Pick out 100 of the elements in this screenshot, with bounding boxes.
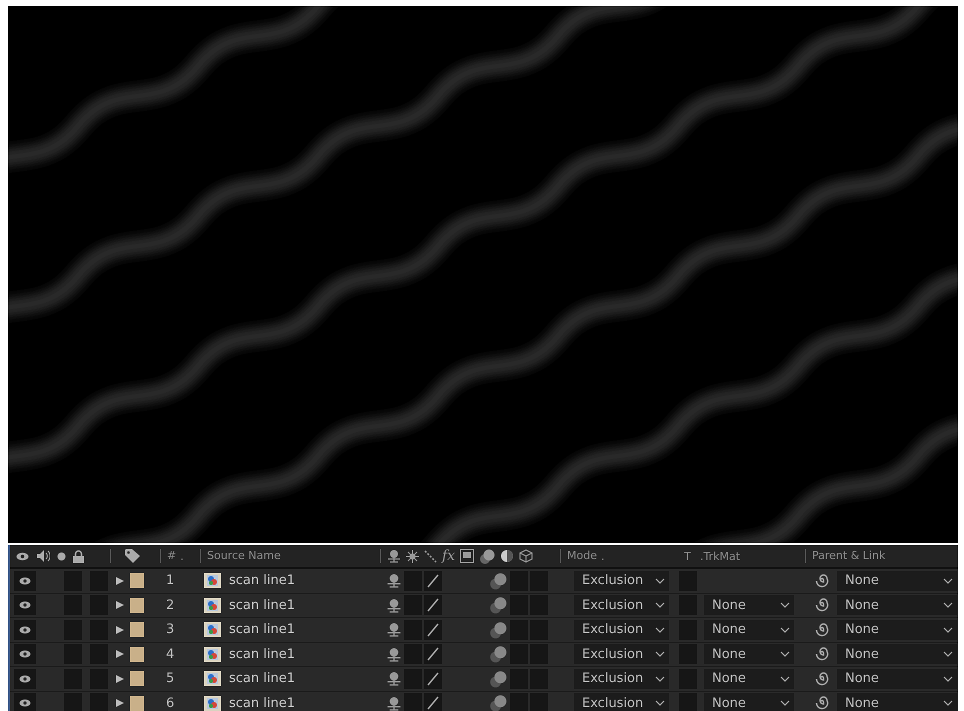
spiral-icon[interactable] — [815, 672, 829, 686]
motion-blur-icon[interactable] — [488, 694, 508, 711]
layer-number: 1 — [166, 573, 174, 588]
switch-box[interactable] — [510, 570, 528, 591]
expand-triangle-icon[interactable] — [115, 674, 125, 684]
column-header[interactable]: Parent & Link — [805, 549, 886, 563]
eye-icon — [19, 674, 31, 683]
label-color-swatch[interactable] — [130, 598, 144, 613]
expand-triangle-icon[interactable] — [115, 576, 125, 586]
mode-dropdown[interactable]: Exclusion — [574, 644, 669, 664]
chevron-icon — [943, 578, 953, 584]
expand-triangle-icon[interactable] — [115, 649, 125, 660]
dotted-line-icon — [424, 550, 437, 562]
chevron-icon — [655, 602, 665, 608]
mode-dropdown[interactable]: Exclusion — [574, 620, 669, 640]
column-header[interactable]: # — [160, 549, 176, 563]
footage-icon — [204, 573, 221, 588]
layer-name[interactable]: scan line1 — [229, 646, 295, 662]
switch-box[interactable] — [404, 570, 422, 591]
mode-dropdown[interactable]: Exclusion — [574, 693, 669, 711]
slash-icon[interactable] — [424, 668, 442, 689]
parent-dropdown[interactable]: None — [837, 668, 957, 689]
visibility-toggle[interactable] — [14, 620, 36, 640]
motion-blur-icon — [479, 548, 496, 564]
motion-blur-icon[interactable] — [488, 670, 508, 688]
expand-triangle-icon[interactable] — [115, 600, 125, 610]
footage-icon — [204, 671, 221, 686]
label-color-swatch[interactable] — [130, 622, 144, 638]
slash-icon[interactable] — [424, 693, 442, 711]
switch-box[interactable] — [530, 570, 548, 591]
visibility-toggle[interactable] — [14, 644, 36, 664]
column-header[interactable]: T — [684, 550, 691, 562]
track-matte-dropdown[interactable]: None — [704, 620, 794, 640]
eye-icon — [16, 552, 29, 560]
parent-dropdown[interactable]: None — [837, 595, 957, 616]
shy-icon[interactable] — [386, 696, 402, 711]
toggle-box[interactable] — [90, 570, 108, 591]
eye-icon — [19, 626, 31, 634]
layer-name[interactable]: scan line1 — [229, 671, 295, 686]
column-header[interactable]: Source Name — [200, 549, 281, 563]
track-matte-dropdown[interactable]: None — [704, 693, 794, 711]
layer-number: 4 — [166, 646, 174, 662]
layer-number: 6 — [166, 696, 174, 711]
motion-blur-icon[interactable] — [488, 620, 508, 639]
chevron-icon — [780, 676, 790, 682]
visibility-toggle[interactable] — [14, 693, 36, 711]
track-matte-dropdown[interactable]: None — [704, 644, 794, 664]
track-matte-dropdown[interactable]: None — [704, 595, 794, 616]
switch-box[interactable] — [679, 570, 697, 591]
motion-blur-icon[interactable] — [488, 596, 508, 614]
label-color-swatch[interactable] — [130, 696, 144, 711]
layer-name[interactable]: scan line1 — [229, 598, 295, 613]
parent-dropdown[interactable]: None — [837, 620, 957, 640]
mode-dropdown[interactable]: Exclusion — [574, 595, 669, 616]
column-header[interactable]: Mode — [560, 549, 597, 563]
shy-icon[interactable] — [386, 598, 402, 613]
column-header[interactable]: .TrkMat — [700, 550, 740, 562]
chevron-icon — [780, 651, 790, 658]
slash-icon[interactable] — [424, 570, 442, 591]
label-color-swatch[interactable] — [130, 646, 144, 662]
spiral-icon[interactable] — [815, 647, 829, 662]
film-frame-icon — [460, 549, 474, 563]
mode-dropdown[interactable]: Exclusion — [574, 570, 669, 591]
chevron-icon — [655, 651, 665, 658]
eye-icon — [19, 601, 31, 610]
layer-name[interactable]: scan line1 — [229, 696, 295, 711]
chevron-icon — [655, 676, 665, 682]
visibility-toggle[interactable] — [14, 595, 36, 616]
mode-dropdown[interactable]: Exclusion — [574, 668, 669, 689]
column-header: . — [180, 550, 184, 562]
footage-icon — [204, 622, 221, 638]
cube-icon — [519, 549, 534, 563]
shy-icon[interactable] — [386, 622, 402, 638]
label-color-swatch[interactable] — [130, 573, 144, 588]
toggle-box[interactable] — [64, 570, 82, 591]
parent-dropdown[interactable]: None — [837, 644, 957, 664]
motion-blur-icon[interactable] — [488, 572, 508, 590]
parent-dropdown[interactable]: None — [837, 570, 957, 591]
slash-icon[interactable] — [424, 644, 442, 664]
layer-name[interactable]: scan line1 — [229, 573, 295, 588]
shy-icon[interactable] — [386, 671, 402, 686]
slash-icon[interactable] — [424, 595, 442, 616]
expand-triangle-icon[interactable] — [115, 698, 125, 708]
shy-icon[interactable] — [386, 646, 402, 662]
spiral-icon[interactable] — [815, 696, 829, 710]
layer-name[interactable]: scan line1 — [229, 622, 295, 638]
track-matte-dropdown[interactable]: None — [704, 668, 794, 689]
shy-icon[interactable] — [386, 573, 402, 588]
effects-label: fx — [442, 548, 456, 564]
spiral-icon[interactable] — [815, 598, 829, 612]
label-color-swatch[interactable] — [130, 671, 144, 686]
visibility-toggle[interactable] — [14, 570, 36, 591]
visibility-toggle[interactable] — [14, 668, 36, 689]
spiral-icon[interactable] — [815, 574, 829, 588]
footage-icon — [204, 646, 221, 662]
spiral-icon[interactable] — [815, 622, 829, 637]
parent-dropdown[interactable]: None — [837, 693, 957, 711]
motion-blur-icon[interactable] — [488, 645, 508, 664]
slash-icon[interactable] — [424, 620, 442, 640]
expand-triangle-icon[interactable] — [115, 624, 125, 635]
